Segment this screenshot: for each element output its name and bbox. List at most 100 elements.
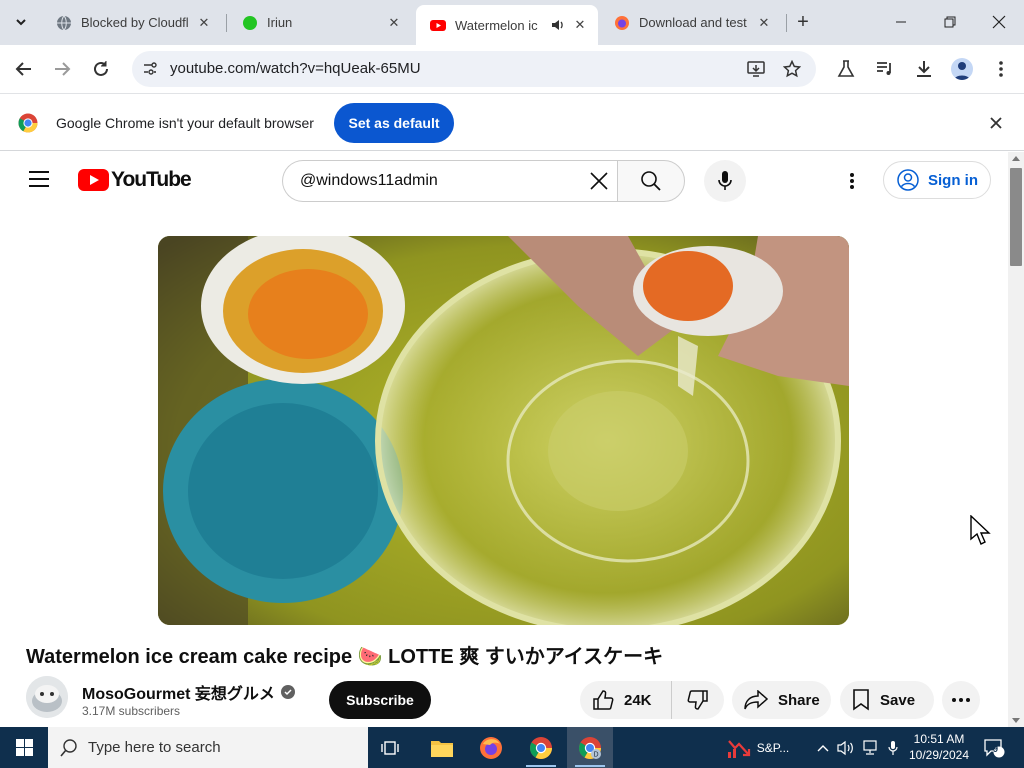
microphone-icon <box>888 740 898 755</box>
tab-search-button[interactable] <box>8 9 34 35</box>
minimize-button[interactable] <box>886 8 916 36</box>
tab-blocked[interactable]: Blocked by Cloudfl ✕ <box>42 6 222 39</box>
notification-center-button[interactable]: 9 <box>980 727 1008 768</box>
tab-download[interactable]: Download and test ✕ <box>600 6 782 39</box>
chrome-taskbar[interactable] <box>518 727 564 768</box>
network-tray-button[interactable] <box>860 727 880 768</box>
horizontal-dots-icon <box>952 698 970 702</box>
new-tab-button[interactable]: + <box>792 11 814 33</box>
tab-watermelon[interactable]: Watermelon ic ✕ <box>416 5 598 45</box>
youtube-icon <box>430 20 446 31</box>
stock-down-icon <box>727 739 750 758</box>
guide-menu-button[interactable] <box>26 168 52 190</box>
settings-menu-button[interactable] <box>840 169 864 193</box>
channel-name-text: MosoGourmet 妄想グルメ <box>82 686 275 703</box>
back-button[interactable] <box>10 55 38 83</box>
page-scrollbar[interactable] <box>1008 152 1024 727</box>
close-window-button[interactable] <box>984 8 1014 36</box>
close-icon <box>990 117 1002 129</box>
scrollbar-thumb[interactable] <box>1010 168 1022 266</box>
search-button[interactable] <box>617 160 685 202</box>
dislike-button[interactable] <box>672 681 724 719</box>
labs-flask-icon[interactable] <box>834 57 858 81</box>
tab-title: Iriun <box>267 15 293 30</box>
tab-title: Watermelon ic <box>455 17 538 33</box>
tab-iriun[interactable]: Iriun ✕ <box>228 6 412 39</box>
more-actions-button[interactable] <box>942 681 980 719</box>
stock-widget[interactable]: S&P... <box>720 727 796 768</box>
downloads-icon[interactable] <box>912 57 936 81</box>
chrome-dev-taskbar[interactable]: D <box>567 727 613 768</box>
forward-button[interactable] <box>48 55 76 83</box>
voice-search-button[interactable] <box>704 160 746 202</box>
clear-search-button[interactable] <box>587 169 611 193</box>
youtube-logo[interactable]: YouTube <box>78 168 192 192</box>
thumbs-down-icon <box>687 690 708 710</box>
windows-taskbar: Type here to search D S&P... 10:51 AM 10… <box>0 727 1024 768</box>
firefox-icon <box>615 15 629 30</box>
system-clock[interactable]: 10:51 AM 10/29/2024 <box>904 731 974 763</box>
globe-icon <box>57 15 71 30</box>
back-arrow-icon <box>15 62 31 76</box>
thumbs-up-icon <box>592 689 614 711</box>
close-tab-icon[interactable]: ✕ <box>754 13 774 33</box>
site-info-icon[interactable] <box>138 57 162 81</box>
share-button[interactable]: Share <box>732 681 831 719</box>
restore-button[interactable] <box>935 8 965 36</box>
like-dislike-group: 24K <box>580 681 724 719</box>
search-input[interactable]: @windows11admin <box>282 160 618 202</box>
chrome-logo-icon <box>18 113 38 133</box>
microphone-icon <box>718 171 732 190</box>
task-view-icon <box>381 740 399 755</box>
bookmark-icon <box>852 689 870 711</box>
video-player[interactable] <box>158 236 849 625</box>
chrome-icon <box>530 736 552 759</box>
restore-icon <box>944 16 956 28</box>
show-hidden-icons-button[interactable] <box>814 727 832 768</box>
scroll-down-icon[interactable] <box>1012 718 1020 723</box>
mouse-cursor-icon <box>970 515 991 545</box>
bookmark-star-icon[interactable] <box>780 57 804 81</box>
infobar-close-button[interactable] <box>986 113 1006 133</box>
address-bar[interactable]: youtube.com/watch?v=hqUeak-65MU <box>132 51 816 87</box>
subscribe-button[interactable]: Subscribe <box>329 681 431 719</box>
microphone-tray-button[interactable] <box>884 727 902 768</box>
reload-button[interactable] <box>87 55 115 83</box>
default-browser-infobar: Google Chrome isn't your default browser… <box>0 93 1024 151</box>
install-app-icon[interactable] <box>744 57 768 81</box>
close-icon <box>992 15 1006 29</box>
start-button[interactable] <box>0 727 48 768</box>
channel-name[interactable]: MosoGourmet 妄想グルメ <box>82 680 295 704</box>
close-tab-icon[interactable]: ✕ <box>194 13 214 33</box>
task-view-button[interactable] <box>368 727 414 768</box>
kebab-menu-icon <box>999 61 1003 77</box>
like-button[interactable]: 24K <box>580 681 672 719</box>
speaker-icon[interactable] <box>550 17 566 33</box>
search-query: @windows11admin <box>300 172 438 189</box>
volume-tray-button[interactable] <box>836 727 856 768</box>
chevron-down-icon <box>16 19 26 26</box>
chrome-menu-button[interactable] <box>989 57 1013 81</box>
save-button[interactable]: Save <box>840 681 934 719</box>
set-as-default-button[interactable]: Set as default <box>334 103 454 143</box>
svg-text:D: D <box>593 751 598 758</box>
firefox-icon <box>480 736 502 759</box>
channel-avatar[interactable] <box>26 676 68 718</box>
close-tab-icon[interactable]: ✕ <box>570 15 590 35</box>
media-control-icon[interactable] <box>873 57 897 81</box>
file-explorer-taskbar[interactable] <box>419 727 465 768</box>
subscriber-count: 3.17M subscribers <box>82 704 181 718</box>
sign-in-label: Sign in <box>928 171 978 189</box>
taskbar-search-placeholder: Type here to search <box>88 739 221 756</box>
profile-button[interactable] <box>950 57 974 81</box>
account-circle-icon <box>896 168 920 192</box>
speaker-icon <box>837 740 853 755</box>
scroll-up-icon[interactable] <box>1012 156 1020 161</box>
close-tab-icon[interactable]: ✕ <box>384 13 404 33</box>
tab-strip: Blocked by Cloudfl ✕ Iriun ✕ Watermelon … <box>0 0 1024 45</box>
tab-title: Blocked by Cloudfl <box>81 15 189 30</box>
taskbar-search-box[interactable]: Type here to search <box>48 727 368 768</box>
sign-in-button[interactable]: Sign in <box>883 161 991 199</box>
chrome-dev-icon: D <box>579 736 601 759</box>
firefox-taskbar[interactable] <box>468 727 514 768</box>
